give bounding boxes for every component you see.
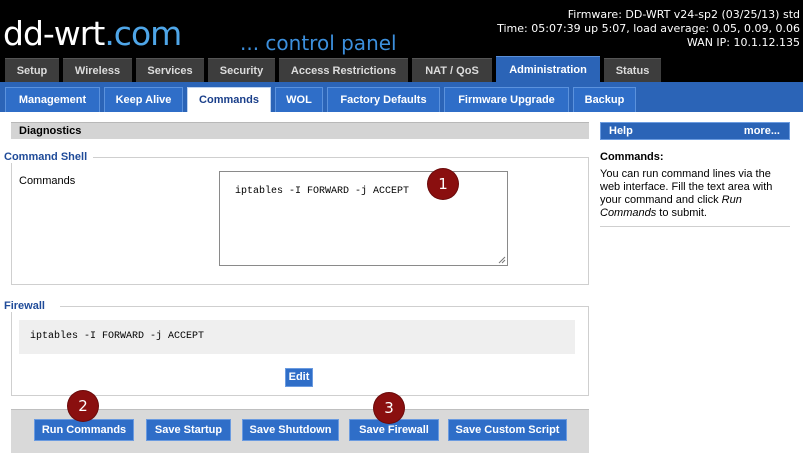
edit-button[interactable]: Edit bbox=[285, 368, 313, 387]
wan-ip: WAN IP: 10.1.12.135 bbox=[686, 36, 800, 49]
subtab-backup[interactable]: Backup bbox=[573, 87, 636, 112]
sub-tabs: Management Keep Alive Commands WOL Facto… bbox=[0, 82, 803, 112]
step-marker-3: 3 bbox=[374, 393, 404, 423]
save-shutdown-button[interactable]: Save Shutdown bbox=[242, 419, 339, 441]
commands-label: Commands bbox=[19, 175, 76, 187]
step-marker-2: 2 bbox=[68, 391, 98, 421]
run-commands-button[interactable]: Run Commands bbox=[34, 419, 134, 441]
subtab-wol[interactable]: WOL bbox=[275, 87, 323, 112]
firmware-version: Firmware: DD-WRT v24-sp2 (03/25/13) std bbox=[567, 8, 800, 21]
commands-textarea[interactable]: iptables -I FORWARD -j ACCEPT bbox=[219, 171, 508, 266]
step-marker-1: 1 bbox=[428, 169, 458, 199]
logo-main: dd-wrt bbox=[3, 14, 105, 53]
tab-status[interactable]: Status bbox=[604, 58, 661, 82]
logo-suffix: .com bbox=[104, 14, 182, 53]
help-text-part2: to submit. bbox=[656, 207, 707, 219]
subtab-commands[interactable]: Commands bbox=[187, 87, 271, 112]
tab-wireless[interactable]: Wireless bbox=[63, 58, 132, 82]
tab-administration[interactable]: Administration bbox=[496, 56, 600, 82]
save-startup-button[interactable]: Save Startup bbox=[146, 419, 231, 441]
command-shell-legend: Command Shell bbox=[4, 151, 94, 163]
firewall-script: iptables -I FORWARD -j ACCEPT bbox=[19, 320, 575, 354]
section-title: Diagnostics bbox=[11, 122, 589, 139]
help-header: Help more... bbox=[600, 122, 790, 140]
control-panel-title: ... control panel bbox=[240, 31, 397, 55]
help-more-link[interactable]: more... bbox=[744, 123, 780, 139]
help-heading: Commands: bbox=[600, 151, 664, 163]
save-firewall-button[interactable]: Save Firewall bbox=[349, 419, 439, 441]
help-divider bbox=[600, 226, 790, 227]
subtab-management[interactable]: Management bbox=[5, 87, 100, 112]
tab-setup[interactable]: Setup bbox=[5, 58, 59, 82]
resize-grip-icon[interactable] bbox=[498, 256, 506, 264]
router-info: Firmware: DD-WRT v24-sp2 (03/25/13) std … bbox=[497, 8, 800, 50]
subtab-factory-defaults[interactable]: Factory Defaults bbox=[327, 87, 440, 112]
firewall-legend: Firewall bbox=[4, 300, 51, 312]
tab-security[interactable]: Security bbox=[208, 58, 275, 82]
help-text-part1: You can run command lines via the web in… bbox=[600, 168, 773, 206]
subtab-keep-alive[interactable]: Keep Alive bbox=[104, 87, 183, 112]
tab-nat-qos[interactable]: NAT / QoS bbox=[412, 58, 492, 82]
header: dd-wrt.com ... control panel Firmware: D… bbox=[0, 0, 803, 56]
uptime-load: Time: 05:07:39 up 5:07, load average: 0.… bbox=[497, 22, 800, 35]
save-custom-script-button[interactable]: Save Custom Script bbox=[448, 419, 567, 441]
subtab-firmware-upgrade[interactable]: Firmware Upgrade bbox=[444, 87, 569, 112]
main-tabs: Setup Wireless Services Security Access … bbox=[0, 56, 803, 82]
commands-textarea-value: iptables -I FORWARD -j ACCEPT bbox=[235, 186, 410, 197]
help-title: Help bbox=[609, 125, 633, 137]
tab-access-restrictions[interactable]: Access Restrictions bbox=[279, 58, 408, 82]
ddwrt-logo: dd-wrt.com bbox=[3, 14, 182, 54]
help-text: You can run command lines via the web in… bbox=[600, 168, 790, 220]
tab-services[interactable]: Services bbox=[136, 58, 204, 82]
